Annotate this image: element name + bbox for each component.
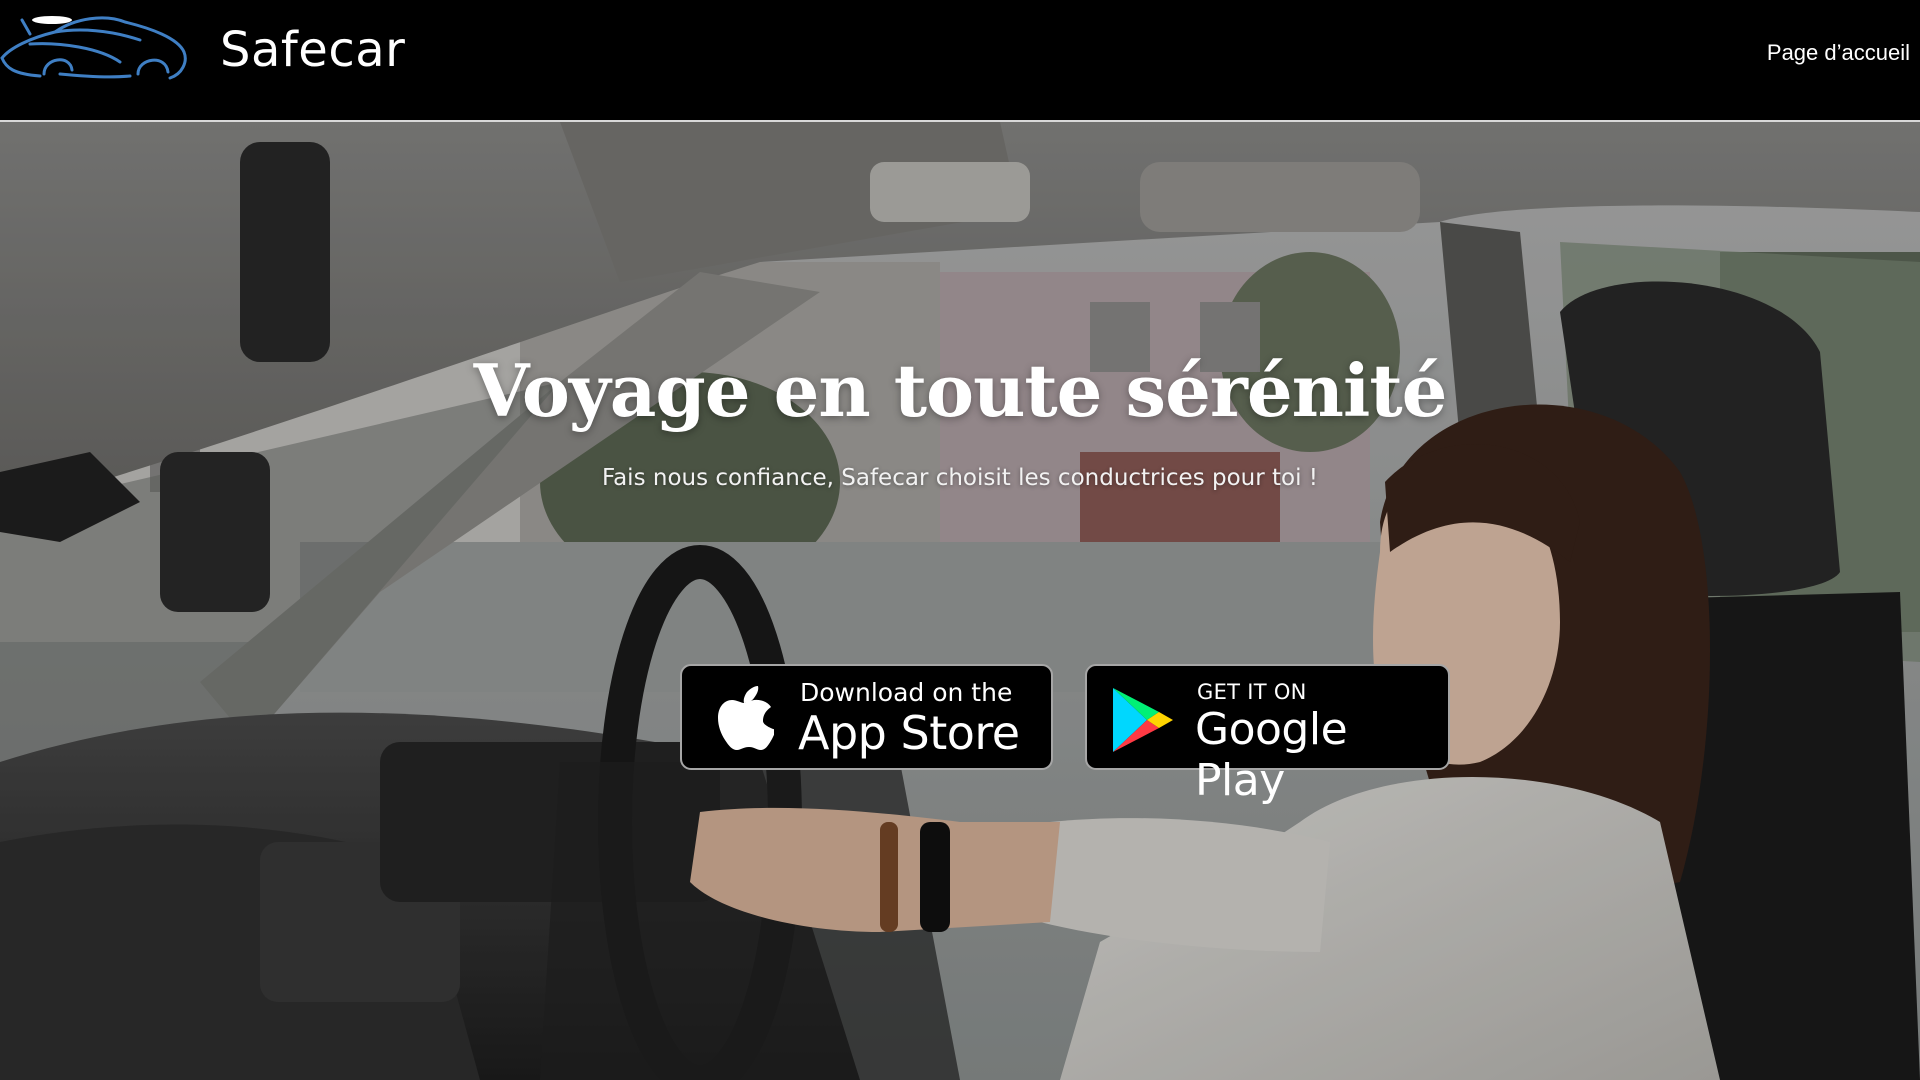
- app-store-big-text: App Store: [798, 706, 1020, 760]
- google-play-big-text: Google Play: [1195, 704, 1348, 806]
- page: Safecar Page d’accueil Voyage en toute s…: [0, 0, 1920, 1080]
- hero-title: Voyage en toute sérénité: [473, 348, 1448, 434]
- google-play-badge-button[interactable]: GET IT ON Google Play: [1085, 664, 1450, 806]
- apple-icon: [718, 686, 774, 750]
- hero-dim-overlay: [0, 122, 1920, 1080]
- brand-name[interactable]: Safecar: [220, 22, 405, 78]
- app-store-badge-button[interactable]: Download on the App Store: [680, 664, 1053, 770]
- google-play-icon: [1113, 688, 1173, 752]
- top-navbar: Safecar Page d’accueil: [0, 0, 1920, 122]
- car-logo-icon[interactable]: [0, 8, 190, 94]
- app-store-small-text: Download on the: [800, 678, 1013, 707]
- hero-subtitle: Fais nous confiance, Safecar choisit les…: [601, 465, 1319, 491]
- hero-section: Voyage en toute sérénité Fais nous confi…: [0, 122, 1920, 1080]
- nav-link-home[interactable]: Page d’accueil: [1767, 40, 1910, 66]
- google-play-small-text: GET IT ON: [1197, 680, 1307, 704]
